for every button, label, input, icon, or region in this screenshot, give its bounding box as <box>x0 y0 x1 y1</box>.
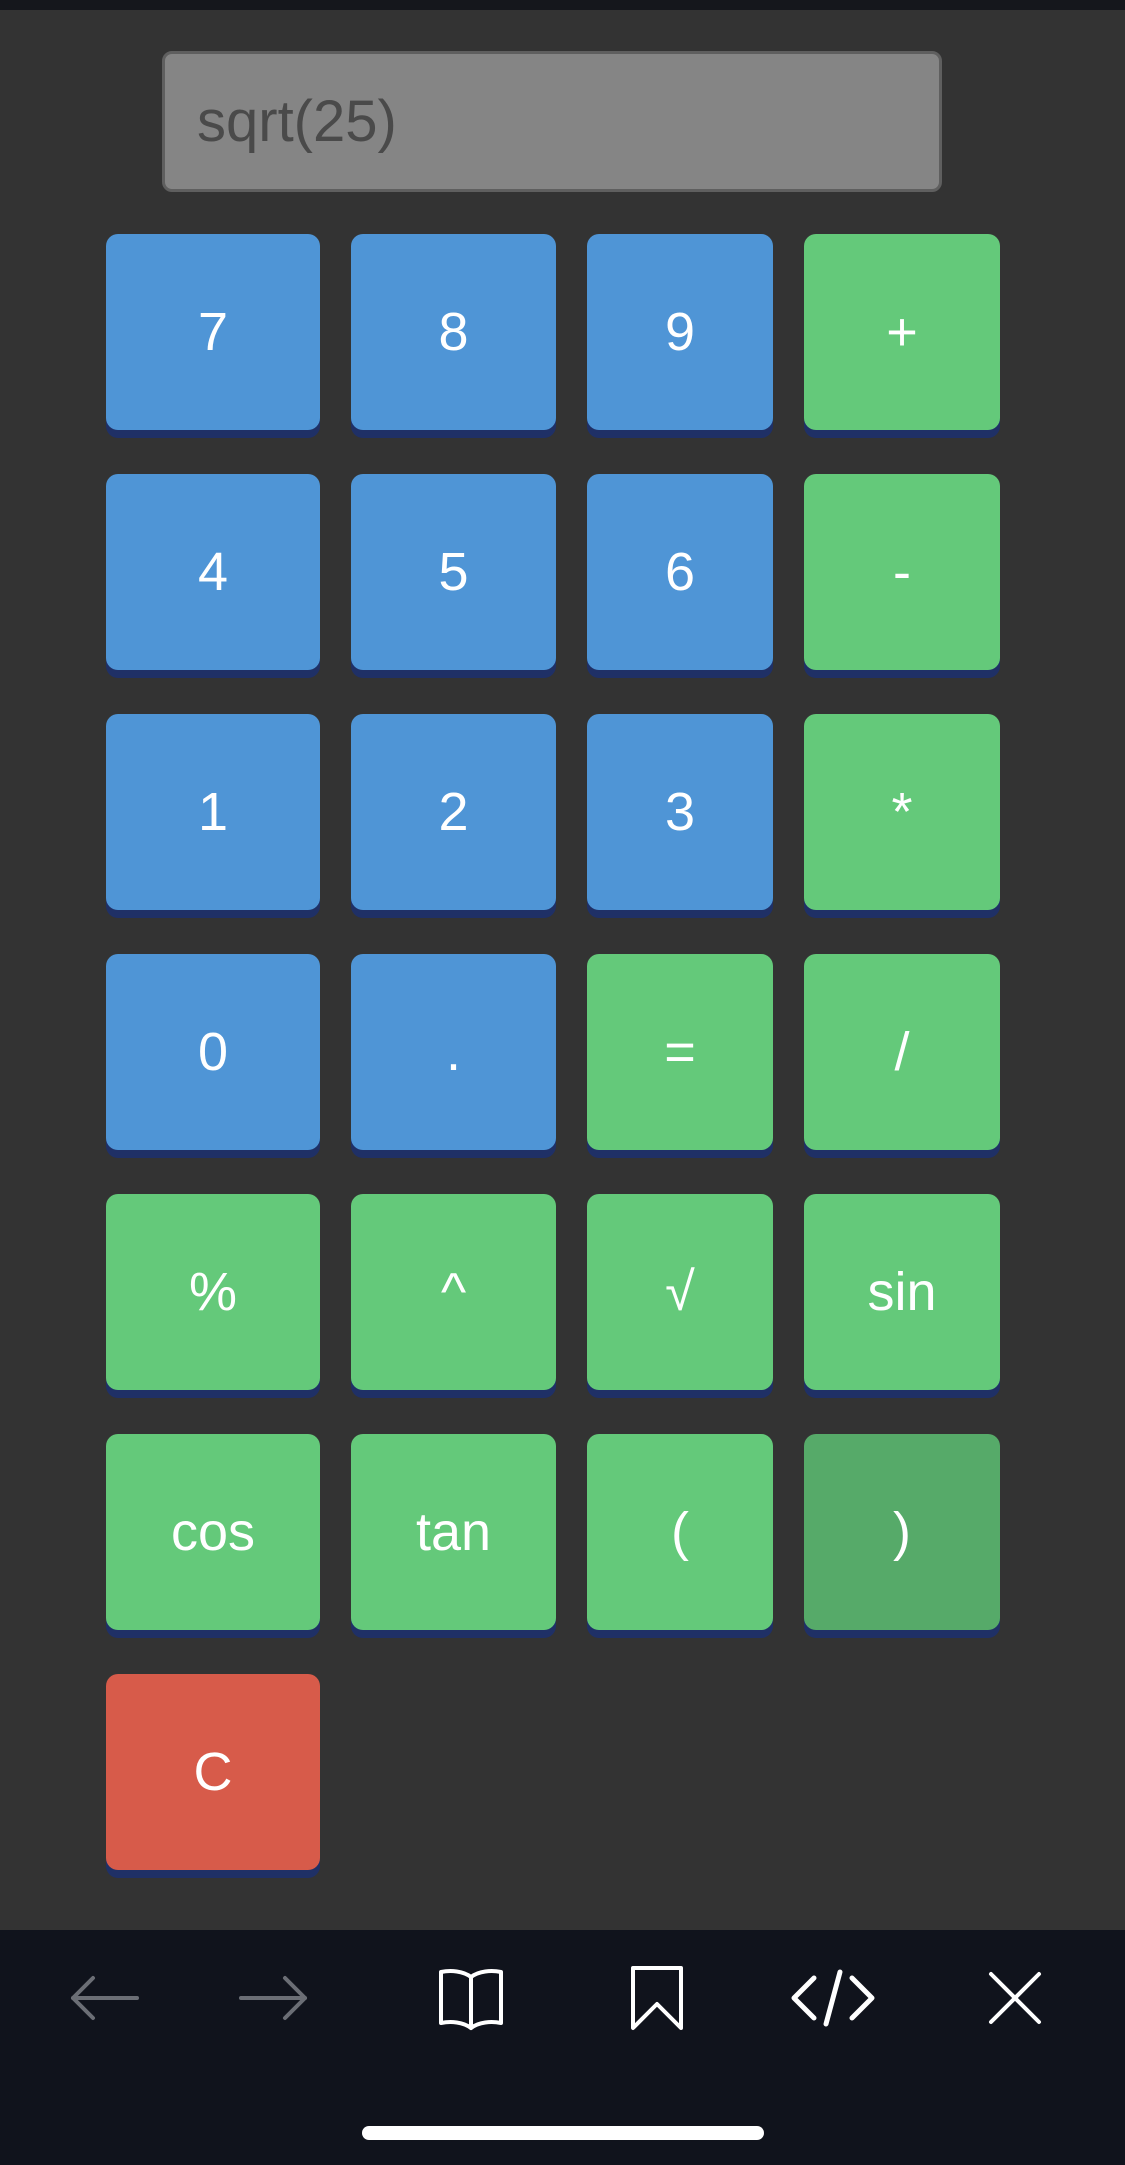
key-close-paren[interactable]: ) <box>804 1434 1000 1630</box>
key-minus[interactable]: - <box>804 474 1000 670</box>
key-power[interactable]: ^ <box>351 1194 556 1390</box>
key-7[interactable]: 7 <box>106 234 320 430</box>
key-percent[interactable]: % <box>106 1194 320 1390</box>
arrow-right-icon <box>239 1976 307 2020</box>
book-icon <box>439 1969 503 2030</box>
key-8[interactable]: 8 <box>351 234 556 430</box>
key-2[interactable]: 2 <box>351 714 556 910</box>
key-tan[interactable]: tan <box>351 1434 556 1630</box>
key-multiply[interactable]: * <box>804 714 1000 910</box>
close-icon <box>989 1972 1041 2024</box>
key-6[interactable]: 6 <box>587 474 773 670</box>
key-plus[interactable]: + <box>804 234 1000 430</box>
forward-button[interactable] <box>223 1960 323 2036</box>
key-0[interactable]: 0 <box>106 954 320 1150</box>
source-code-button[interactable] <box>783 1960 883 2036</box>
key-divide[interactable]: / <box>804 954 1000 1150</box>
reader-button[interactable] <box>421 1960 521 2036</box>
expression-display: sqrt(25) <box>162 51 942 192</box>
home-indicator <box>362 2126 764 2140</box>
bookmark-button[interactable] <box>607 1960 707 2036</box>
key-decimal[interactable]: . <box>351 954 556 1150</box>
arrow-left-icon <box>71 1976 139 2020</box>
key-4[interactable]: 4 <box>106 474 320 670</box>
key-cos[interactable]: cos <box>106 1434 320 1630</box>
key-sin[interactable]: sin <box>804 1194 1000 1390</box>
key-sqrt[interactable]: √ <box>587 1194 773 1390</box>
code-icon <box>791 1969 875 2027</box>
back-button[interactable] <box>55 1960 155 2036</box>
status-strip <box>0 0 1125 10</box>
key-1[interactable]: 1 <box>106 714 320 910</box>
key-clear[interactable]: C <box>106 1674 320 1870</box>
key-open-paren[interactable]: ( <box>587 1434 773 1630</box>
bookmark-icon <box>631 1966 683 2030</box>
key-5[interactable]: 5 <box>351 474 556 670</box>
close-button[interactable] <box>965 1960 1065 2036</box>
key-9[interactable]: 9 <box>587 234 773 430</box>
key-equals[interactable]: = <box>587 954 773 1150</box>
key-3[interactable]: 3 <box>587 714 773 910</box>
